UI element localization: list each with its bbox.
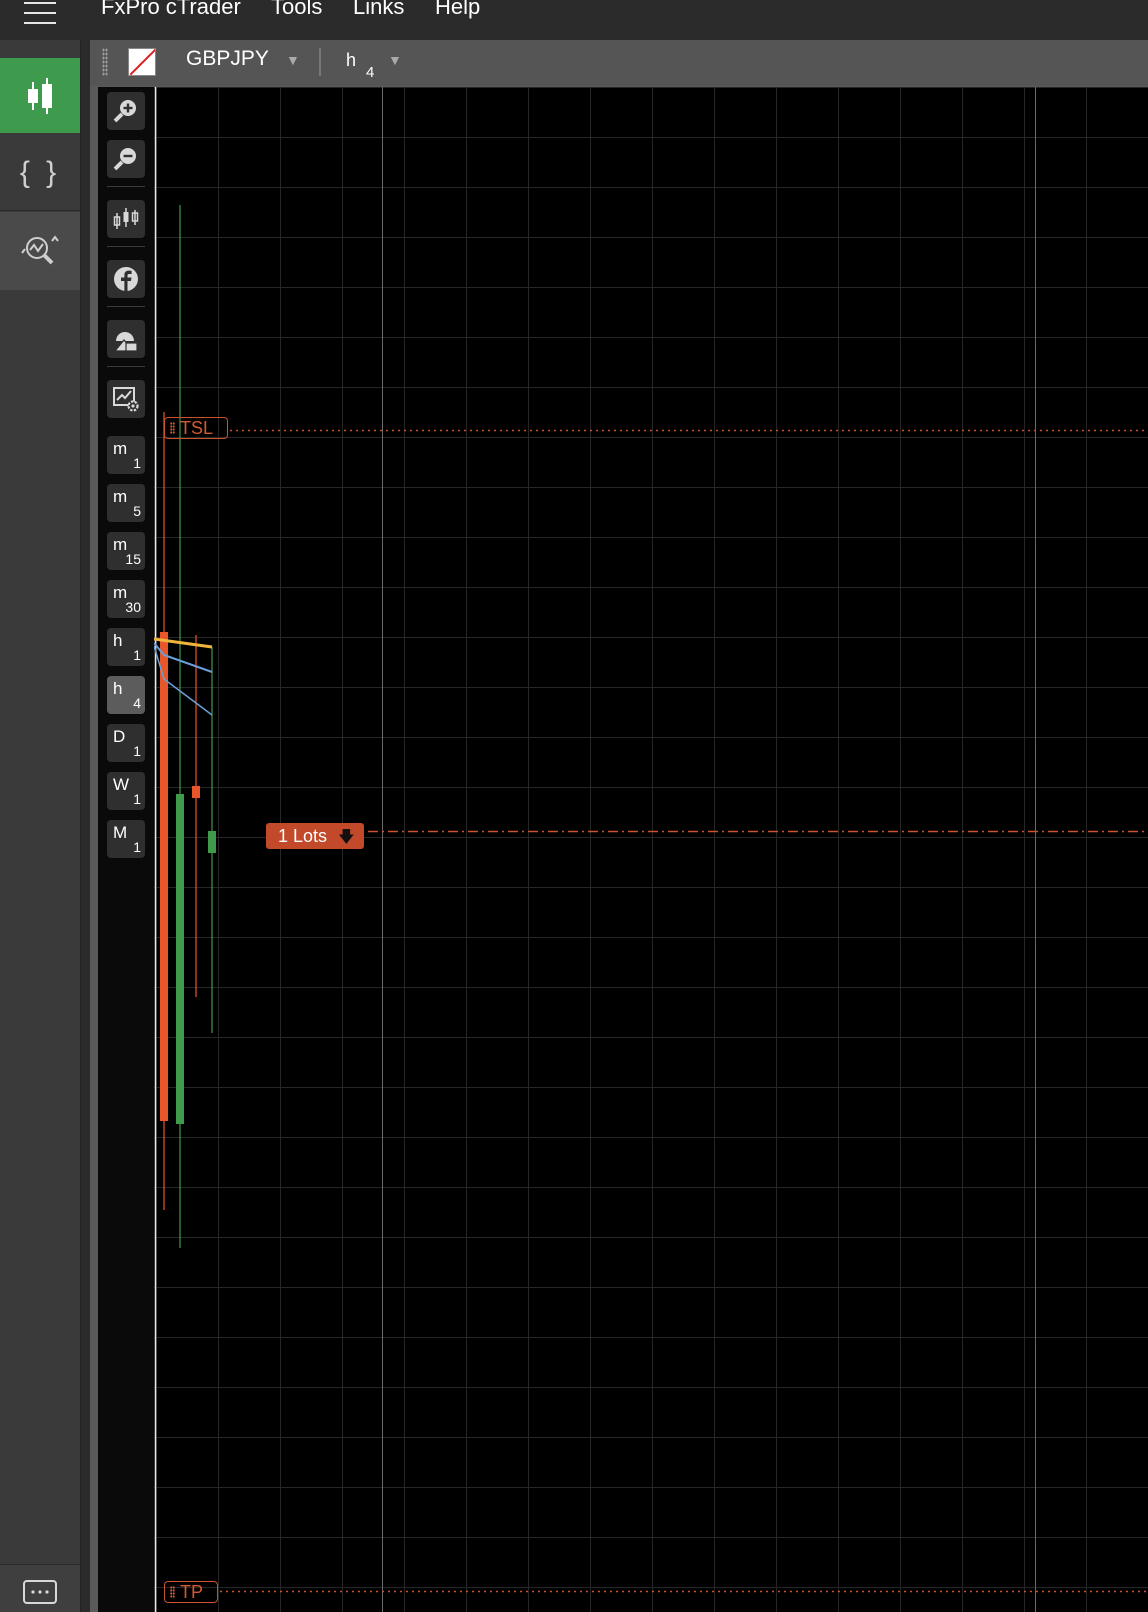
- shapes-button[interactable]: [107, 320, 145, 358]
- timeframe-value: 1: [133, 839, 141, 855]
- chart-plot: [154, 87, 1148, 1612]
- toolbar-divider: [319, 48, 321, 76]
- timeframe-value: 1: [133, 647, 141, 663]
- timeframe-unit: M: [113, 823, 128, 842]
- chart-color-picker[interactable]: [128, 48, 156, 76]
- candle-body: [160, 632, 168, 1121]
- facebook-icon: [114, 267, 138, 291]
- timeframe-unit: W: [113, 775, 130, 794]
- timeframe-w1-button[interactable]: W1: [107, 772, 145, 810]
- analyze-search-icon: [21, 235, 59, 265]
- menu-app-title[interactable]: FxPro cTrader: [101, 0, 241, 20]
- zoom-in-icon: [113, 100, 136, 123]
- tools-divider: [107, 186, 145, 187]
- timeframe-m1-button[interactable]: m1: [107, 436, 145, 474]
- tp-label[interactable]: TP: [164, 1581, 218, 1603]
- timeframe-value: 30: [125, 599, 141, 615]
- timeframe-unit: m: [113, 439, 128, 458]
- chevron-down-icon[interactable]: ▼: [388, 52, 402, 68]
- chart-canvas[interactable]: TSL TP 1 Lots 🡇: [154, 87, 1148, 1612]
- shapes-icon: [113, 332, 138, 352]
- candle-body: [176, 794, 184, 1124]
- timeframe-selector[interactable]: h: [346, 50, 356, 71]
- timeframe-value: 1: [133, 791, 141, 807]
- activity-chat-button[interactable]: [0, 1564, 80, 1612]
- symbol-selector[interactable]: GBPJPY: [186, 47, 269, 71]
- timeframe-value: 1: [133, 743, 141, 759]
- position-label[interactable]: 1 Lots 🡇: [266, 823, 364, 849]
- activity-algo-button[interactable]: { }: [0, 135, 80, 211]
- timeframe-unit: D: [113, 727, 126, 746]
- tools-divider: [107, 246, 145, 247]
- timeframe-value: 1: [133, 455, 141, 471]
- timeframe-value: 15: [125, 551, 141, 567]
- chart-tools-strip: m1 m5 m 15 m 30 h1 h4 D1 W1 M1: [98, 87, 154, 1612]
- activity-trade-button[interactable]: [0, 58, 80, 133]
- zoom-out-button[interactable]: [107, 140, 145, 178]
- timeframe-unit: h: [113, 679, 123, 698]
- menu-bar: FxPro cTrader Tools Links Help: [0, 0, 1148, 40]
- timeframe-selector-sub: 4: [366, 64, 375, 81]
- timeframe-unit: m: [113, 487, 128, 506]
- zoom-in-button[interactable]: [107, 92, 145, 130]
- chart-grid: [154, 87, 1148, 1612]
- timeframe-d1-button[interactable]: D1: [107, 724, 145, 762]
- timeframe-value: 5: [133, 503, 141, 519]
- chart-window: GBPJPY ▼ h 4 ▼ m 1 m 5 m 15 m 30 h 1 h 4…: [90, 40, 1148, 1612]
- timeframe-h1-button[interactable]: h1: [107, 628, 145, 666]
- hamburger-menu-icon[interactable]: [20, 0, 60, 30]
- chevron-down-icon[interactable]: ▼: [286, 52, 300, 68]
- drag-handle-icon[interactable]: [102, 48, 108, 76]
- tsl-label[interactable]: TSL: [164, 417, 228, 439]
- menu-tools[interactable]: Tools: [271, 0, 322, 20]
- social-button[interactable]: [107, 260, 145, 298]
- position-volume: 1 Lots: [278, 826, 328, 846]
- braces-icon: { }: [19, 155, 61, 189]
- chart-toolbar: GBPJPY ▼ h 4 ▼: [90, 40, 1148, 86]
- chart-type-button[interactable]: [107, 200, 145, 238]
- activity-analyze-button[interactable]: [0, 212, 80, 290]
- arrow-down-icon: 🡇: [338, 829, 355, 846]
- timeframe-h4-button[interactable]: h4: [107, 676, 145, 714]
- timeframe-unit: h: [113, 631, 123, 650]
- chat-icon: [23, 1580, 57, 1604]
- timeframe-m5-button[interactable]: m5: [107, 484, 145, 522]
- chart-settings-icon: [113, 387, 139, 412]
- tools-divider: [107, 366, 145, 367]
- zoom-out-icon: [113, 148, 136, 171]
- menu-help[interactable]: Help: [435, 0, 480, 20]
- candle-body: [208, 831, 216, 853]
- chart-settings-button[interactable]: [107, 380, 145, 418]
- menu-links[interactable]: Links: [353, 0, 404, 20]
- timeframe-m15-button[interactable]: m 15: [107, 532, 145, 570]
- timeframe-value: 4: [133, 695, 141, 711]
- candlestick-icon: [113, 208, 139, 229]
- candlestick-icon: [28, 77, 52, 114]
- tools-divider: [107, 306, 145, 307]
- timeframe-m30-button[interactable]: m 30: [107, 580, 145, 618]
- candle-body: [192, 786, 200, 798]
- activity-bar: { }: [0, 40, 81, 1612]
- timeframe-mn1-button[interactable]: M1: [107, 820, 145, 858]
